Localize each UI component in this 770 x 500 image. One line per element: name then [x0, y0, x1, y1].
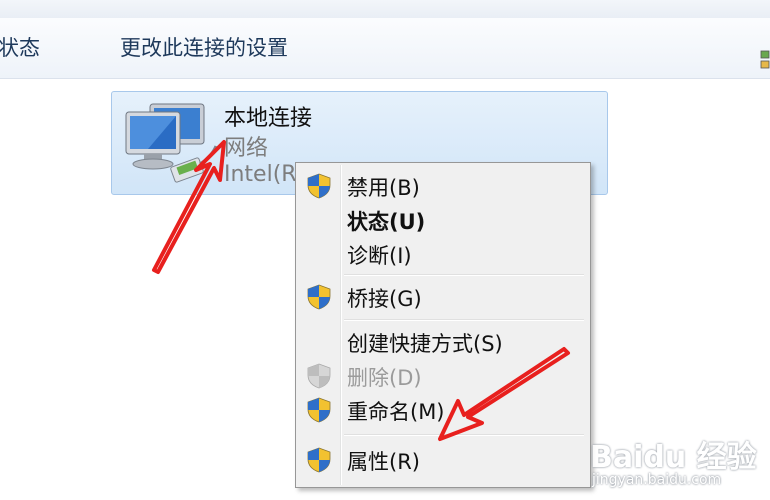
- menu-item-label: 属性(R): [347, 450, 420, 474]
- uac-shield-icon: [307, 363, 331, 389]
- menu-item-label: 禁用(B): [347, 176, 420, 200]
- window-top-strip: [0, 0, 770, 19]
- menu-item-label: 状态(U): [347, 210, 426, 234]
- change-view-icon[interactable]: [760, 48, 770, 72]
- uac-shield-icon: [307, 447, 331, 473]
- uac-shield-icon: [307, 397, 331, 423]
- change-settings-button[interactable]: 更改此连接的设置: [120, 32, 288, 62]
- view-status-button[interactable]: 的状态: [0, 32, 40, 62]
- annotation-arrow-icon: [152, 140, 226, 274]
- menu-item-label: 删除(D): [347, 366, 422, 390]
- uac-shield-icon: [307, 284, 331, 310]
- watermark-url: jingyan.baidu.com: [592, 472, 722, 488]
- menu-item-diagnose[interactable]: 诊断(I): [298, 237, 588, 270]
- menu-separator: [344, 319, 584, 321]
- watermark: Baidu 经验 jingyan.baidu.com: [590, 432, 770, 498]
- menu-separator: [344, 274, 584, 276]
- menu-item-disable[interactable]: 禁用(B): [298, 169, 588, 202]
- command-bar: 的状态 更改此连接的设置: [0, 18, 770, 79]
- uac-shield-icon: [307, 173, 331, 199]
- annotation-arrow-icon: [438, 347, 570, 441]
- watermark-brand: Baidu 经验: [590, 440, 757, 475]
- connection-name: 本地连接: [224, 106, 313, 131]
- menu-item-status[interactable]: 状态(U): [298, 203, 588, 236]
- menu-item-label: 诊断(I): [347, 244, 412, 268]
- menu-item-label: 桥接(G): [347, 287, 422, 311]
- menu-item-bridge[interactable]: 桥接(G): [298, 280, 588, 313]
